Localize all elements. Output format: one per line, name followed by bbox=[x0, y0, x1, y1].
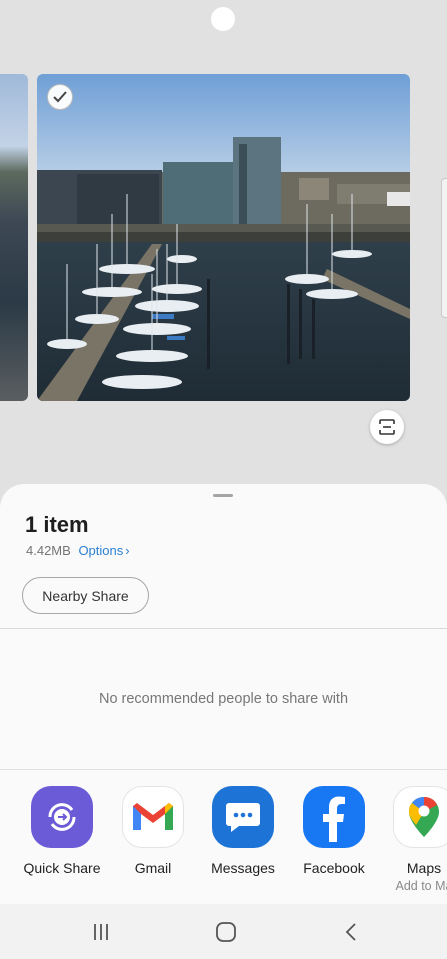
app-maps[interactable]: Maps Add to Ma bbox=[379, 786, 447, 893]
share-sheet: 1 item 4.42MB Options › Nearby Share No r… bbox=[0, 484, 447, 959]
quick-share-icon bbox=[31, 786, 93, 848]
app-label: Messages bbox=[211, 860, 275, 876]
app-label: Facebook bbox=[303, 860, 365, 876]
facebook-icon bbox=[303, 786, 365, 848]
preview-carousel[interactable] bbox=[0, 74, 447, 402]
maps-icon bbox=[393, 786, 447, 848]
app-quick-share[interactable]: Quick Share bbox=[17, 786, 107, 876]
selected-photo[interactable] bbox=[37, 74, 410, 401]
messages-icon bbox=[212, 786, 274, 848]
divider bbox=[0, 769, 447, 770]
camera-cutout bbox=[211, 7, 235, 31]
chevron-right-icon[interactable]: › bbox=[125, 543, 129, 558]
item-count-title: 1 item bbox=[25, 512, 89, 537]
app-label: Quick Share bbox=[23, 860, 101, 876]
back-icon[interactable] bbox=[336, 918, 366, 946]
app-sublabel: Add to Ma bbox=[395, 879, 447, 893]
home-icon[interactable] bbox=[211, 918, 241, 946]
nearby-share-button[interactable]: Nearby Share bbox=[22, 577, 149, 614]
selected-check-icon[interactable] bbox=[47, 84, 73, 110]
previous-photo-thumbnail[interactable] bbox=[0, 74, 28, 401]
app-facebook[interactable]: Facebook bbox=[289, 786, 379, 876]
divider bbox=[0, 628, 447, 629]
app-gmail[interactable]: Gmail bbox=[108, 786, 198, 876]
next-photo-thumbnail[interactable] bbox=[441, 178, 447, 318]
scan-text-icon[interactable] bbox=[370, 410, 404, 444]
app-share-row[interactable]: Quick Share Gmail Messages Facebook Maps… bbox=[0, 786, 447, 906]
system-navigation-bar bbox=[0, 904, 447, 959]
sheet-drag-handle[interactable] bbox=[213, 494, 233, 497]
app-messages[interactable]: Messages bbox=[198, 786, 288, 876]
file-size: 4.42MB bbox=[26, 543, 71, 558]
app-label: Maps bbox=[406, 860, 442, 876]
app-label: Gmail bbox=[134, 860, 172, 876]
file-meta: 4.42MB Options › bbox=[26, 543, 130, 558]
options-link[interactable]: Options bbox=[78, 543, 123, 558]
recents-icon[interactable] bbox=[86, 918, 116, 946]
harbor-marina-photo bbox=[37, 74, 410, 401]
gmail-icon bbox=[122, 786, 184, 848]
no-recommended-people-text: No recommended people to share with bbox=[98, 691, 349, 707]
